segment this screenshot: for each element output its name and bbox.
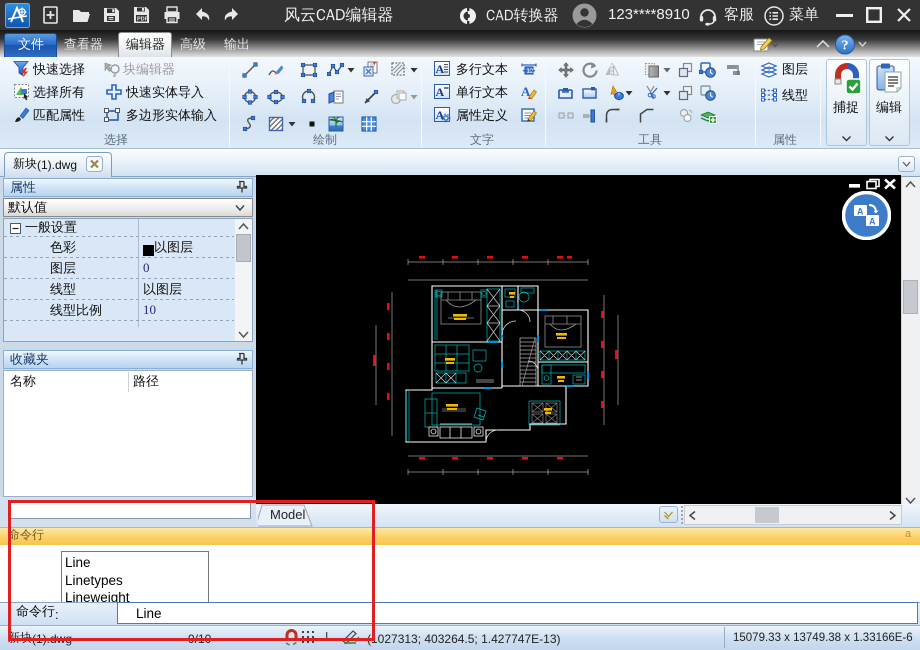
svg-text:A: A	[436, 108, 445, 122]
svg-text:PDF: PDF	[137, 17, 149, 23]
svg-text:A: A	[436, 62, 445, 76]
svg-text:?: ?	[842, 39, 849, 54]
svg-text:A: A	[436, 85, 445, 99]
